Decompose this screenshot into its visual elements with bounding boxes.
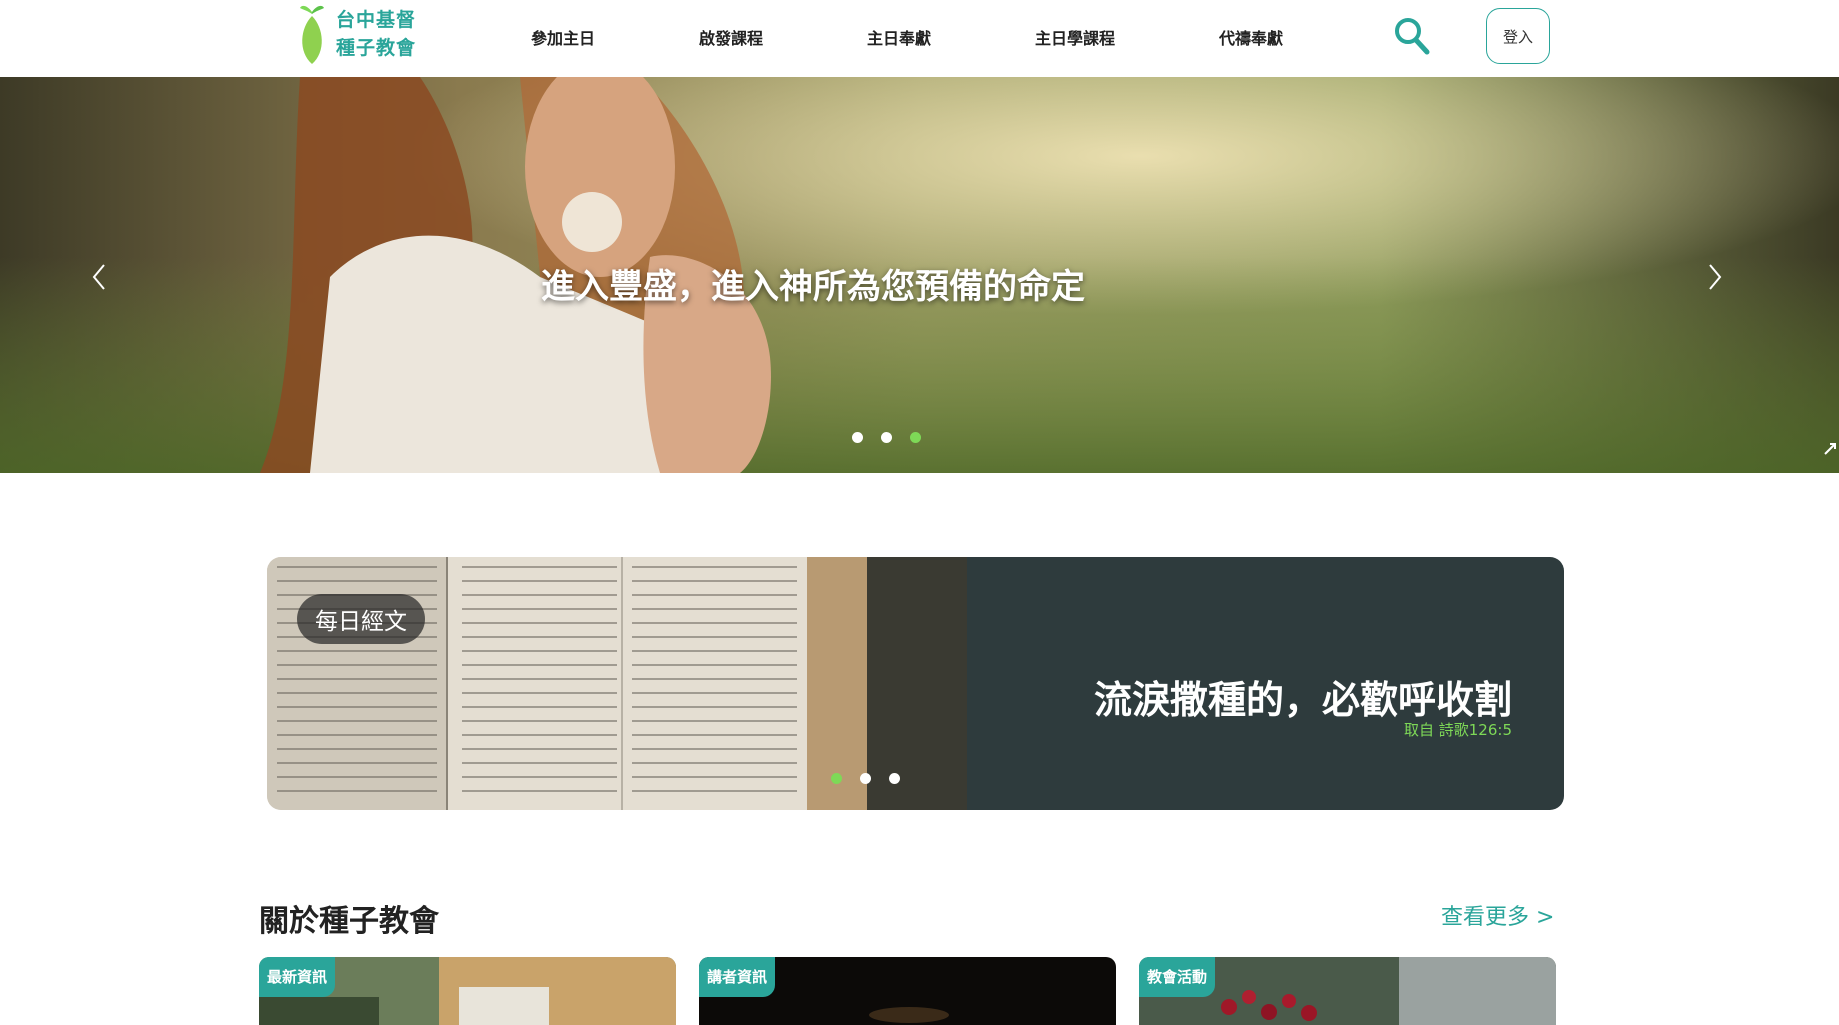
nav-alpha-course[interactable]: 啟發課程	[699, 25, 763, 49]
hero-title: 進入豐盛，進入神所為您預備的命定	[541, 267, 1085, 307]
chevron-right-icon[interactable]	[1700, 257, 1730, 297]
search-icon[interactable]	[1393, 16, 1431, 56]
verse-dot-3[interactable]	[889, 773, 900, 784]
hero-carousel: 進入豐盛，進入神所為您預備的命定	[0, 77, 1839, 473]
card-latest-news[interactable]: 最新資訊	[259, 957, 676, 1025]
verse-panel: 流淚撒種的，必歡呼收割 取自 詩歌126:5	[967, 557, 1564, 810]
seed-logo-icon	[300, 5, 324, 64]
card-church-events[interactable]: 教會活動	[1139, 957, 1556, 1025]
card-tag: 最新資訊	[259, 957, 336, 997]
site-header: 台中基督 種子教會 參加主日 啟發課程 主日奉獻 主日學課程 代禱奉獻 登入	[0, 0, 1839, 77]
card-tag: 講者資訊	[699, 957, 776, 997]
expand-icon[interactable]	[1823, 442, 1837, 456]
logo-line2: 種子教會	[336, 37, 417, 59]
verse-dot-1[interactable]	[831, 773, 842, 784]
logo-text: 台中基督 種子教會	[336, 6, 416, 62]
nav-sunday-school[interactable]: 主日學課程	[1035, 25, 1115, 49]
hero-dot-3[interactable]	[910, 432, 921, 443]
chevron-left-icon[interactable]	[84, 257, 114, 297]
logo-line1: 台中基督	[336, 9, 417, 31]
about-section-title: 關於種子教會	[259, 904, 439, 939]
hero-pagination	[852, 432, 921, 443]
nav-sunday-offering[interactable]: 主日奉獻	[867, 25, 931, 49]
hero-dot-2[interactable]	[881, 432, 892, 443]
nav-sunday-service[interactable]: 參加主日	[531, 25, 595, 49]
verse-text: 流淚撒種的，必歡呼收割	[1093, 678, 1512, 722]
see-more-link[interactable]: 查看更多 >	[1441, 899, 1554, 931]
daily-verse-tag: 每日經文	[297, 594, 425, 644]
verse-dot-2[interactable]	[860, 773, 871, 784]
church-logo[interactable]: 台中基督 種子教會	[296, 2, 426, 68]
daily-verse-banner: 流淚撒種的，必歡呼收割 取自 詩歌126:5 每日經文	[267, 557, 1564, 810]
hero-dot-1[interactable]	[852, 432, 863, 443]
card-tag: 教會活動	[1139, 957, 1216, 997]
card-speaker-info[interactable]: 講者資訊	[699, 957, 1116, 1025]
login-button[interactable]: 登入	[1486, 8, 1550, 64]
verse-pagination	[831, 773, 900, 784]
nav-prayer-offering[interactable]: 代禱奉獻	[1219, 25, 1283, 49]
verse-source: 取自 詩歌126:5	[1404, 721, 1512, 739]
